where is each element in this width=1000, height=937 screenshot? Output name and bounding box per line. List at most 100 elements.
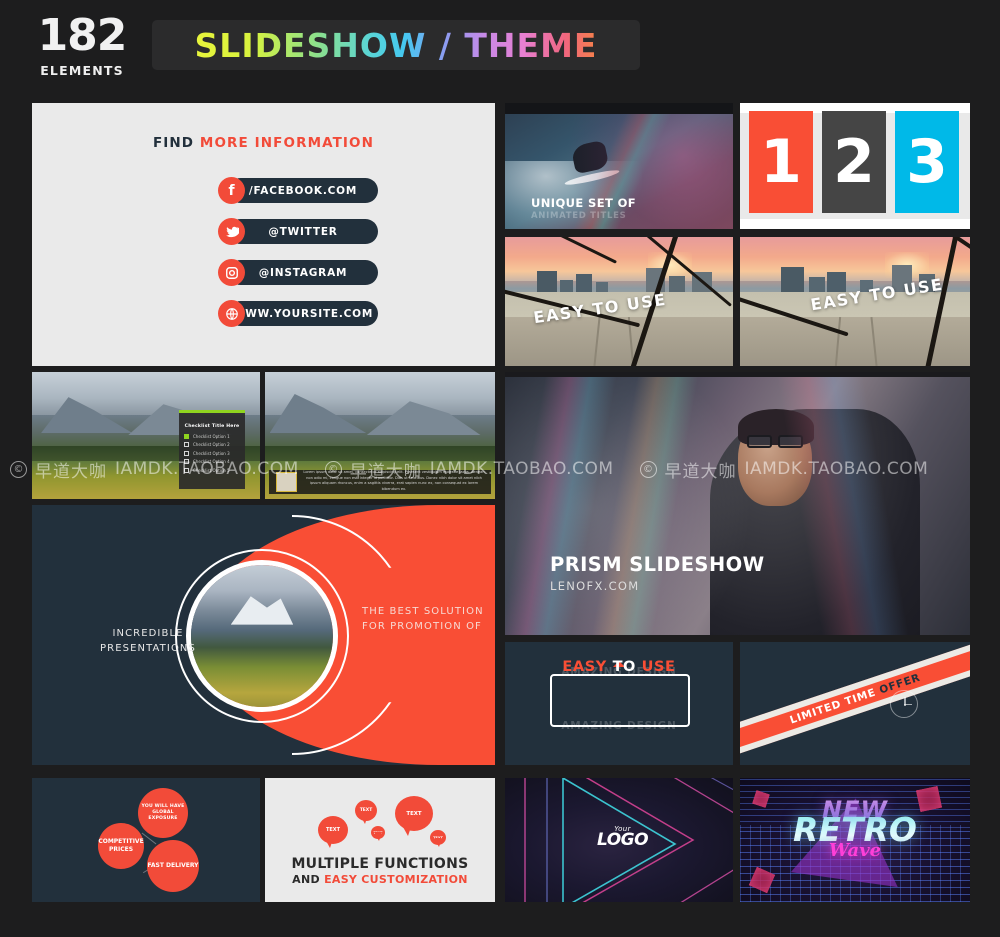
multi-title: MULTIPLE FUNCTIONS xyxy=(291,856,469,872)
social-list: f /FACEBOOK.COM @TWITTER @INSTAGRAM WWW.… xyxy=(32,177,495,327)
prism-title: PRISM SLIDESHOW xyxy=(550,553,765,576)
social-label: /FACEBOOK.COM xyxy=(228,178,378,203)
page-title: SLIDESHOW / THEME xyxy=(194,25,598,65)
bubble-global-exposure: YOU WILL HAVE GLOBAL EXPOSURE xyxy=(138,788,188,838)
multi-subtitle: AND EASY CUSTOMIZATION xyxy=(265,873,495,886)
tile-numbers[interactable]: 1 2 3 xyxy=(740,103,970,229)
logo-line-2: LOGO xyxy=(597,830,649,850)
lower-third-body: Lorem ipsum dolor sit amet, consectetur … xyxy=(303,470,485,491)
tile-multiple-functions[interactable]: TEXT TEXT TEXT TEXT TEXT MULTIPLE FUNCTI… xyxy=(265,778,495,902)
easy-to-use-headline: EASY TO USE xyxy=(505,659,733,675)
tile-city-left[interactable]: EASY TO USE xyxy=(505,237,733,366)
tile-benefit-circles[interactable]: YOU WILL HAVE GLOBAL EXPOSURE COMPETITIV… xyxy=(32,778,260,902)
logo-placeholder: Your LOGO xyxy=(597,825,649,850)
list-item[interactable]: Checklist Option 3 xyxy=(179,450,245,456)
list-item[interactable]: @TWITTER xyxy=(32,218,495,245)
tile-limited-time-offer[interactable]: LIMITED TIME OFFER xyxy=(740,642,970,765)
tile-checklist[interactable]: Checklist Title Here Checklist Option 1 … xyxy=(32,372,260,499)
tile-incredible-presentations[interactable]: INCREDIBLE PRESENTATIONS THE BEST SOLUTI… xyxy=(32,505,495,765)
ghost-text-bottom: AMAZING DESIGN xyxy=(561,720,677,732)
checkbox[interactable] xyxy=(184,442,189,448)
tile-caption: UNIQUE SET OF ANIMATED TITLES xyxy=(531,196,636,221)
prism-caption: PRISM SLIDESHOW LENOFX.COM xyxy=(550,553,764,593)
number-block-1: 1 xyxy=(749,111,813,213)
twitter-icon xyxy=(218,218,245,245)
social-heading-plain: FIND xyxy=(152,135,200,151)
social-label: WWW.YOURSITE.COM xyxy=(228,301,378,326)
speech-bubble: TEXT xyxy=(395,796,433,836)
checklist-panel[interactable]: Checklist Title Here Checklist Option 1 … xyxy=(179,410,245,489)
checkbox-label: Checklist Option 1 xyxy=(193,434,230,440)
checkbox-label: Checklist Option 3 xyxy=(193,450,230,456)
checkbox[interactable] xyxy=(184,450,189,456)
tile-easy-to-use[interactable]: AMAZING DESIGN EASY TO USE AMAZING DESIG… xyxy=(505,642,733,765)
speech-bubble: TEXT xyxy=(371,826,385,841)
tile-lower-third[interactable]: Lorem ipsum dolor sit amet, consectetur … xyxy=(265,372,495,499)
list-item[interactable]: WWW.YOURSITE.COM xyxy=(32,300,495,327)
speech-bubble: TEXT xyxy=(355,800,377,824)
diagonal-banner: LIMITED TIME OFFER xyxy=(740,642,970,760)
incredible-left-text: INCREDIBLE PRESENTATIONS xyxy=(100,628,196,654)
speech-bubble: TEXT xyxy=(430,830,446,848)
road-marking xyxy=(834,316,841,366)
tile-new-retro-wave[interactable]: NEW RETRO Wave xyxy=(740,778,970,902)
list-item[interactable]: Checklist Option 1 xyxy=(179,434,245,440)
multi-subtitle-accent: EASY CUSTOMIZATION xyxy=(324,873,468,886)
checkbox-label: Checklist Option 5 xyxy=(193,467,230,473)
road-marking xyxy=(593,316,601,366)
panel-accent-bar xyxy=(179,410,245,414)
checkbox[interactable] xyxy=(184,459,189,465)
list-item[interactable]: Checklist Option 5 xyxy=(179,467,245,473)
road-marking xyxy=(870,316,878,366)
list-item[interactable]: @INSTAGRAM xyxy=(32,259,495,286)
lower-third-thumbnail xyxy=(276,472,297,492)
number-block-3: 3 xyxy=(895,111,959,213)
checklist-title: Checklist Title Here xyxy=(184,424,240,430)
retro-line-3: Wave xyxy=(828,840,882,862)
social-heading: FIND MORE INFORMATION xyxy=(32,135,495,151)
instagram-icon xyxy=(218,259,245,286)
sky-gradient xyxy=(740,237,970,281)
tree-line xyxy=(265,445,495,461)
checkbox-label: Checklist Option 2 xyxy=(193,442,230,448)
tile-social-info[interactable]: FIND MORE INFORMATION f /FACEBOOK.COM @T… xyxy=(32,103,495,366)
tile-prism-slideshow[interactable]: PRISM SLIDESHOW LENOFX.COM xyxy=(505,372,970,635)
tile-neon-logo[interactable]: Your LOGO xyxy=(505,778,733,902)
title-plate: SLIDESHOW / THEME xyxy=(152,20,640,70)
multi-subtitle-plain: AND xyxy=(292,873,325,886)
circular-photo-ring xyxy=(175,549,349,723)
top-letterbox xyxy=(505,103,733,115)
copyright-icon: © xyxy=(10,460,27,478)
social-label: @INSTAGRAM xyxy=(228,260,378,285)
prism-subtitle: LENOFX.COM xyxy=(550,579,640,593)
incredible-right-text: THE BEST SOLUTION FOR PROMOTION OF xyxy=(362,606,484,632)
caption-main: UNIQUE SET OF xyxy=(531,196,637,210)
word-use: USE xyxy=(641,659,676,675)
top-letterbox xyxy=(505,372,970,377)
social-heading-accent: MORE INFORMATION xyxy=(199,135,375,151)
globe-icon xyxy=(218,300,245,327)
header: 182 ELEMENTS SLIDESHOW / THEME xyxy=(0,0,1000,92)
bubble-competitive-prices: COMPETITIVE PRICES xyxy=(98,823,144,869)
tile-city-right[interactable]: EASY TO USE xyxy=(740,237,970,366)
list-item[interactable]: Checklist Option 2 xyxy=(179,442,245,448)
outer-ring xyxy=(175,549,349,723)
checkbox[interactable] xyxy=(184,434,189,440)
word-easy: EASY xyxy=(562,659,607,675)
retro-wordmark: NEW RETRO Wave xyxy=(740,798,970,862)
element-count: 182 ELEMENTS xyxy=(32,14,132,79)
social-label: @TWITTER xyxy=(228,219,378,244)
checkbox[interactable] xyxy=(184,467,189,473)
prism-light-overlay xyxy=(505,372,970,635)
clock-icon xyxy=(890,689,918,718)
speech-bubble: TEXT xyxy=(318,816,348,848)
preview-sheet: 182 ELEMENTS SLIDESHOW / THEME FIND MORE… xyxy=(0,0,1000,937)
word-to: TO xyxy=(612,659,636,675)
tile-unique-set-of[interactable]: UNIQUE SET OF ANIMATED TITLES xyxy=(505,103,733,229)
facebook-icon: f xyxy=(218,177,245,204)
list-item[interactable]: Checklist Option 4 xyxy=(179,459,245,465)
list-item[interactable]: f /FACEBOOK.COM xyxy=(32,177,495,204)
element-count-label: ELEMENTS xyxy=(40,63,124,78)
offer-text-light: LIMITED TIME xyxy=(788,684,882,727)
caption-sub: ANIMATED TITLES xyxy=(531,211,627,221)
